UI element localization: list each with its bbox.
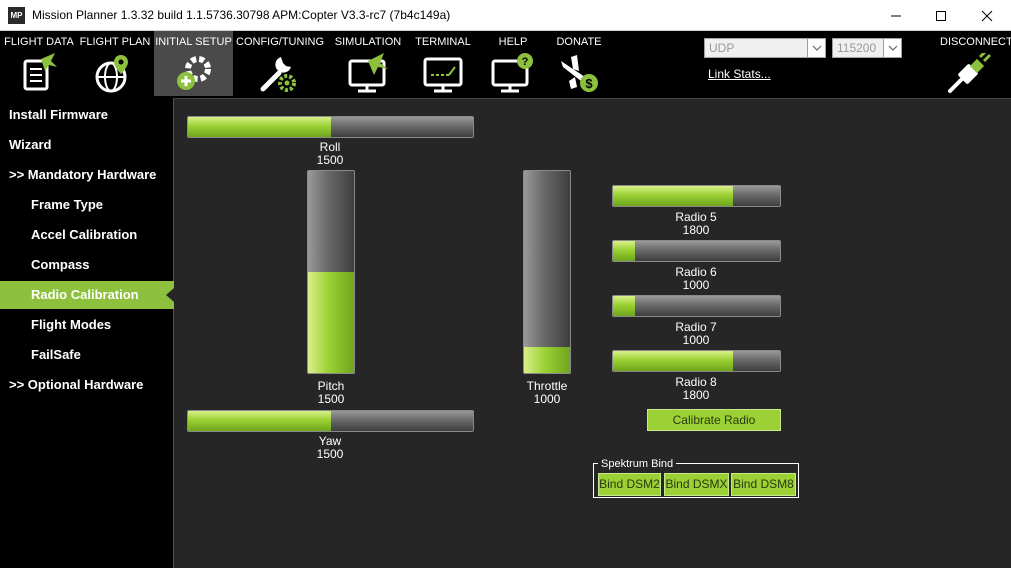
flight-plan-icon: [95, 55, 128, 93]
help-icon: ?: [491, 53, 533, 93]
menu-config-tuning-label: CONFIG/TUNING: [236, 36, 324, 48]
menu-donate[interactable]: DONATE $: [550, 31, 608, 96]
simulation-icon: [348, 53, 388, 93]
menu-initial-setup-label: INITIAL SETUP: [155, 36, 232, 48]
sidebar-item-compass[interactable]: Compass: [0, 251, 174, 279]
menu-donate-label: DONATE: [556, 36, 602, 48]
bind-dsmx-button[interactable]: Bind DSMX: [664, 473, 729, 496]
menu-flight-data-label: FLIGHT DATA: [4, 36, 74, 48]
sidebar-item-optional-hardware[interactable]: >> Optional Hardware: [0, 371, 174, 399]
maximize-button[interactable]: [918, 0, 964, 31]
menu-flight-plan[interactable]: FLIGHT PLAN: [78, 31, 152, 96]
menu-help[interactable]: HELP ?: [484, 31, 542, 96]
menu-flight-data[interactable]: FLIGHT DATA: [0, 31, 78, 96]
pitch-bar: [307, 170, 355, 374]
flight-data-icon: [23, 53, 57, 91]
port-select-dropdown[interactable]: [807, 39, 825, 57]
calibrate-radio-button[interactable]: Calibrate Radio: [647, 409, 781, 431]
radio6-bar: [612, 240, 781, 262]
link-stats-link[interactable]: Link Stats...: [708, 67, 771, 81]
menu-simulation[interactable]: SIMULATION: [330, 31, 406, 96]
baud-select-dropdown[interactable]: [883, 39, 901, 57]
radio8-value: 1800: [682, 388, 710, 402]
throttle-bar-fill: [524, 346, 570, 373]
radio8-bar: [612, 350, 781, 372]
baud-select-value: 115200: [837, 41, 877, 55]
close-icon: [981, 10, 993, 21]
chevron-down-icon: [812, 45, 822, 51]
bind-dsm8-button[interactable]: Bind DSM8: [731, 473, 796, 496]
radio7-bar: [612, 295, 781, 317]
minimize-button[interactable]: [873, 0, 919, 31]
svg-text:$: $: [585, 76, 593, 91]
sidebar-item-frame-type[interactable]: Frame Type: [0, 191, 174, 219]
menu-terminal-label: TERMINAL: [415, 36, 471, 48]
svg-text:?: ?: [522, 56, 529, 68]
config-tuning-icon: [260, 57, 296, 92]
port-select[interactable]: UDP: [704, 38, 826, 58]
terminal-icon: [423, 57, 463, 93]
window-title: Mission Planner 1.3.32 build 1.1.5736.30…: [32, 8, 451, 22]
sidebar-item-radio-calibration[interactable]: Radio Calibration: [0, 281, 174, 309]
window-title-bar: MP Mission Planner 1.3.32 build 1.1.5736…: [0, 0, 1011, 31]
menu-terminal[interactable]: TERMINAL: [410, 31, 476, 96]
minimize-icon: [891, 15, 901, 16]
initial-setup-icon: [176, 56, 211, 90]
yaw-value: 1500: [316, 447, 344, 461]
main-menu-bar: FLIGHT DATA FLIGHT PLAN INITIAL SETUP CO…: [0, 31, 1011, 98]
disconnect-label: DISCONNECT: [940, 36, 1011, 48]
yaw-bar: [187, 410, 474, 432]
radio-calibration-panel: Roll 1500 Pitch 1500 Yaw 1500 Throttle 1…: [175, 98, 1011, 568]
radio5-value: 1800: [682, 223, 710, 237]
port-select-value: UDP: [709, 41, 735, 55]
plug-icon: [948, 53, 992, 93]
roll-value: 1500: [316, 153, 344, 167]
menu-help-label: HELP: [498, 36, 528, 48]
bind-dsm2-button[interactable]: Bind DSM2: [598, 473, 661, 496]
baud-select[interactable]: 115200: [832, 38, 902, 58]
menu-initial-setup[interactable]: INITIAL SETUP: [154, 31, 233, 96]
radio7-bar-fill: [613, 296, 635, 316]
sidebar-item-flight-modes[interactable]: Flight Modes: [0, 311, 174, 339]
sidebar-item-accel-calibration[interactable]: Accel Calibration: [0, 221, 174, 249]
radio6-bar-fill: [613, 241, 635, 261]
sidebar-item-wizard[interactable]: Wizard: [0, 131, 174, 159]
close-button[interactable]: [964, 0, 1010, 31]
throttle-bar: [523, 170, 571, 374]
radio5-bar-fill: [613, 186, 734, 206]
roll-bar-fill: [188, 117, 331, 137]
roll-bar: [187, 116, 474, 138]
chevron-down-icon: [888, 45, 898, 51]
radio7-value: 1000: [682, 333, 710, 347]
maximize-icon: [936, 10, 946, 21]
pitch-bar-fill: [308, 272, 354, 373]
sidebar-item-failsafe[interactable]: FailSafe: [0, 341, 174, 369]
radio8-bar-fill: [613, 351, 734, 371]
spektrum-bind-title: Spektrum Bind: [598, 458, 677, 470]
menu-config-tuning[interactable]: CONFIG/TUNING: [236, 31, 324, 96]
yaw-bar-fill: [188, 411, 331, 431]
radio6-value: 1000: [682, 278, 710, 292]
radio5-bar: [612, 185, 781, 207]
throttle-value: 1000: [533, 392, 561, 406]
donate-icon: $: [561, 55, 598, 92]
disconnect-button[interactable]: DISCONNECT: [930, 31, 1011, 96]
sidebar-item-install-firmware[interactable]: Install Firmware: [0, 101, 174, 129]
app-logo-icon: MP: [8, 7, 25, 24]
menu-flight-plan-label: FLIGHT PLAN: [79, 36, 151, 48]
pitch-value: 1500: [317, 392, 345, 406]
menu-simulation-label: SIMULATION: [334, 36, 402, 48]
sidebar-item-mandatory-hardware[interactable]: >> Mandatory Hardware: [0, 161, 174, 189]
setup-sidebar: Install Firmware Wizard >> Mandatory Har…: [0, 98, 174, 568]
